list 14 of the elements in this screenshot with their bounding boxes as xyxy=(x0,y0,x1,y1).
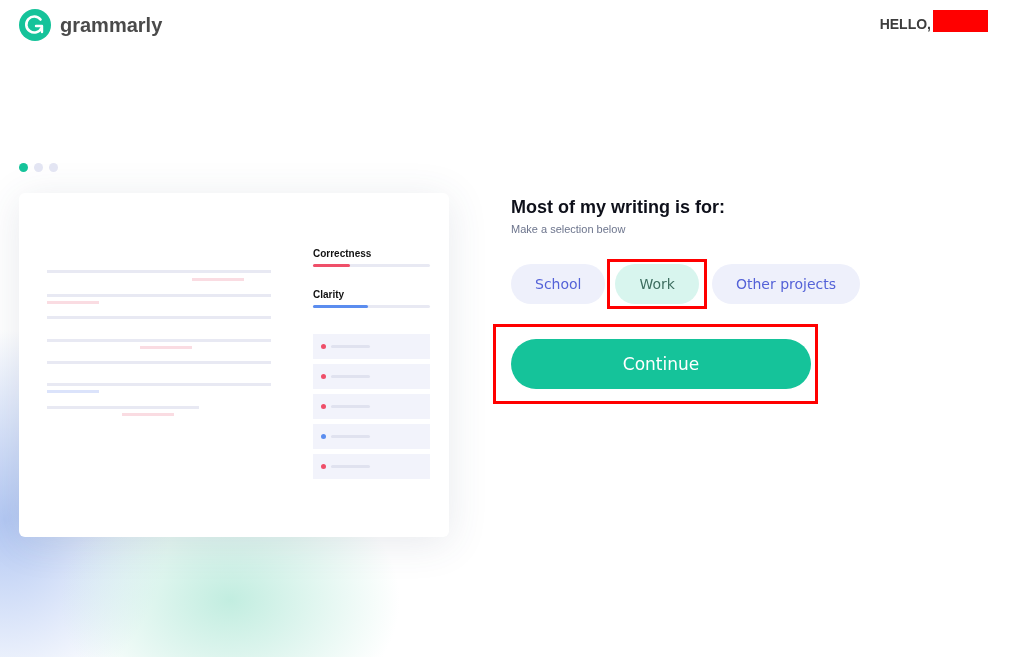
carousel-dot[interactable] xyxy=(19,163,28,172)
question-subtitle: Make a selection below xyxy=(511,223,627,235)
redaction-block xyxy=(933,10,988,32)
logo-text: grammarly xyxy=(60,13,163,37)
greeting: HELLO, xyxy=(879,16,931,32)
score-label: Correctness xyxy=(313,248,373,259)
logo-icon xyxy=(19,9,51,41)
option-button[interactable]: Other projects xyxy=(711,264,861,304)
option-button[interactable]: School xyxy=(511,264,606,304)
question-title: Most of my writing is for: xyxy=(511,197,726,218)
carousel-dot[interactable] xyxy=(34,163,43,172)
option-button[interactable]: Work xyxy=(615,264,699,304)
carousel-dot[interactable] xyxy=(49,163,58,172)
score-label: Clarity xyxy=(313,289,346,300)
